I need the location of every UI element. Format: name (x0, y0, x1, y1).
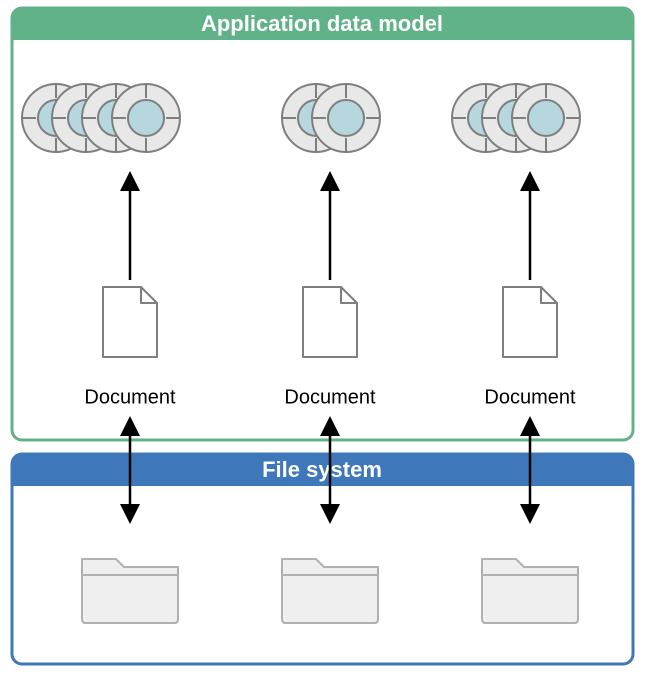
application-data-model-panel: Application data model (12, 8, 633, 440)
disc-stack (22, 84, 180, 152)
disc-icon (112, 84, 180, 152)
document-icon (503, 287, 557, 357)
disc-stack (452, 84, 580, 152)
document-icon (103, 287, 157, 357)
diagram-svg: Application data model File system Docum… (0, 0, 645, 677)
folder-icon (482, 559, 578, 623)
file-system-title: File system (262, 457, 382, 482)
disc-stack (282, 84, 380, 152)
document-label: Document (284, 386, 376, 408)
document-icon (303, 287, 357, 357)
disc-icon (312, 84, 380, 152)
application-data-model-title: Application data model (201, 11, 443, 36)
folder-icon (282, 559, 378, 623)
disc-icon (512, 84, 580, 152)
diagram-container: Application data model File system Docum… (0, 0, 645, 677)
document-label: Document (484, 386, 576, 408)
folder-icon (82, 559, 178, 623)
document-label: Document (84, 386, 176, 408)
